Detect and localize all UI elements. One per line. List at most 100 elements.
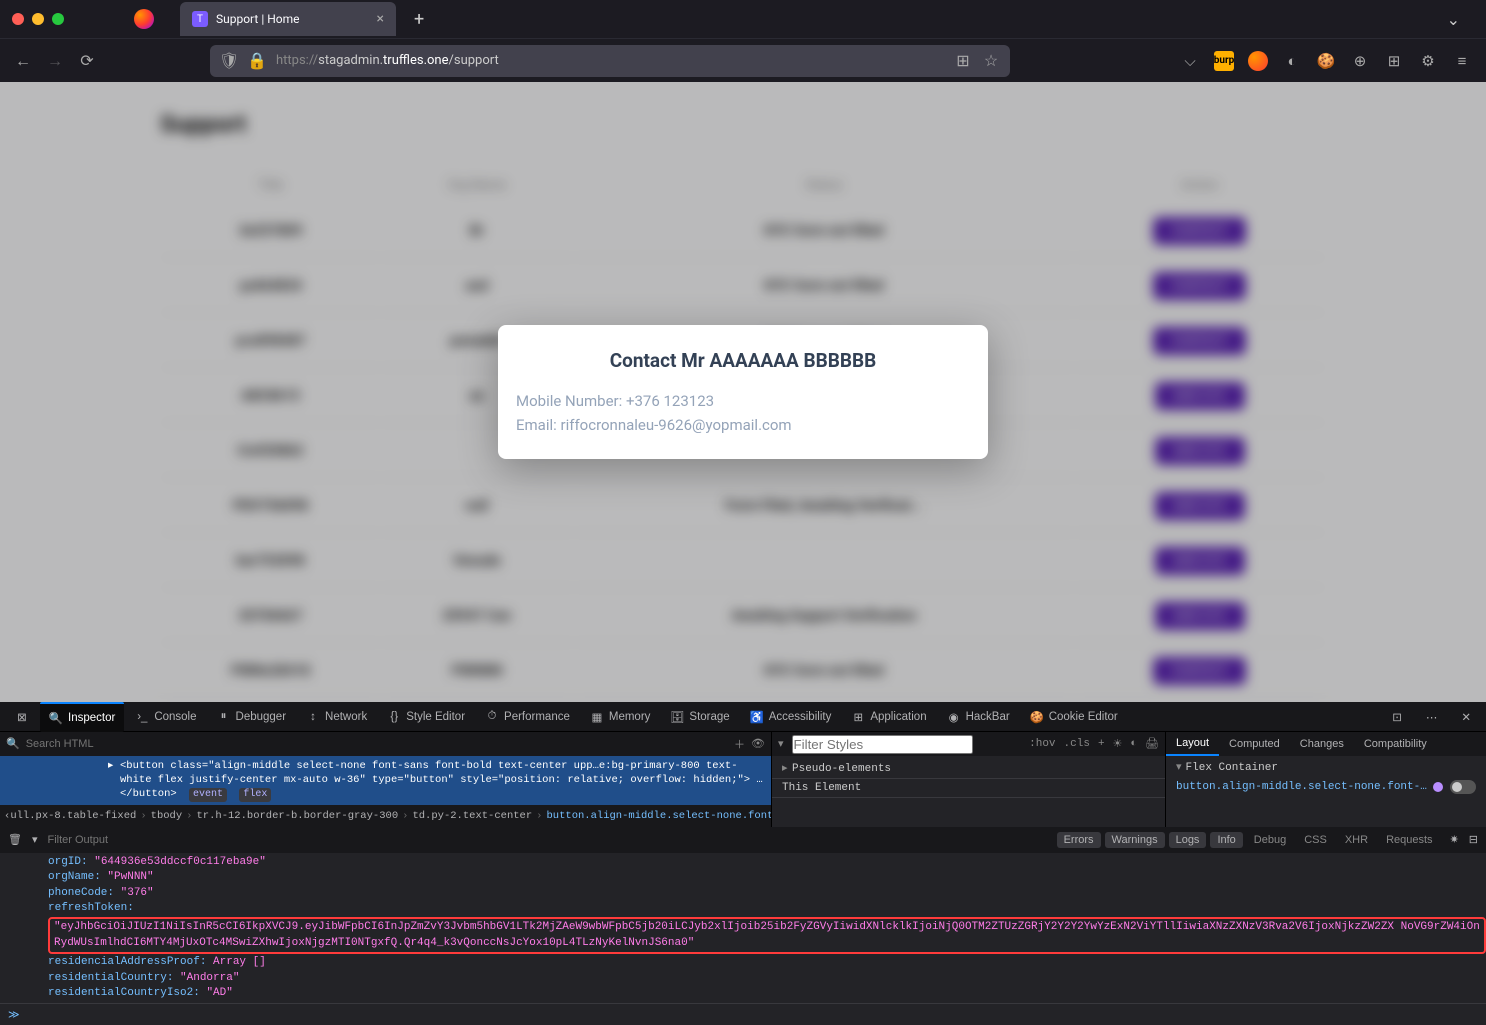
this-element-section[interactable]: This Element	[772, 779, 1165, 798]
hamburger-menu-icon[interactable]: ≡	[1452, 51, 1472, 71]
firefox-logo-icon	[134, 9, 154, 29]
back-button[interactable]: ←	[14, 52, 32, 70]
modal-mobile: Mobile Number: +376 123123	[516, 390, 970, 413]
devtools-tab-style-editor[interactable]: {} Style Editor	[378, 703, 474, 731]
dock-button[interactable]: ⊡	[1383, 703, 1411, 731]
tab-close-button[interactable]: ×	[377, 11, 384, 27]
eyedropper-icon[interactable]: 👁	[751, 737, 765, 751]
devtools-tab-accessibility[interactable]: ♿Accessibility	[741, 703, 841, 731]
devtools-tab-icon: ⊞	[851, 710, 865, 724]
lock-icon: 🔒	[248, 52, 266, 70]
extensions-button[interactable]: ⚙	[1418, 51, 1438, 71]
devtools-tab-performance[interactable]: ⏱ Performance	[476, 703, 579, 731]
metamask-icon[interactable]	[1248, 51, 1268, 71]
devtools-tab-icon: {}	[387, 710, 401, 724]
new-rule-button[interactable]: +	[1098, 738, 1105, 750]
tabs-overflow-button[interactable]: ⌄	[1447, 10, 1460, 29]
devtools-tab-label: HackBar	[966, 711, 1010, 723]
layout-tab-layout[interactable]: Layout	[1166, 732, 1219, 756]
event-badge[interactable]: event	[189, 788, 227, 802]
light-icon[interactable]: ☀	[1113, 737, 1123, 751]
devtools-tab-debugger[interactable]: ⏸Debugger	[208, 703, 296, 731]
layout-tab-changes[interactable]: Changes	[1290, 732, 1354, 756]
console-filter-warnings[interactable]: Warnings	[1105, 832, 1165, 848]
console-line: residentialCountry: "Andorra"	[48, 971, 1486, 986]
console-filter-logs[interactable]: Logs	[1169, 832, 1207, 848]
devtools-tab-storage[interactable]: 🗄Storage	[661, 703, 738, 731]
styles-filter-input[interactable]	[792, 735, 973, 754]
console-filter-requests[interactable]: Requests	[1379, 832, 1439, 848]
extension-icon-1[interactable]: ◐	[1282, 51, 1302, 71]
browser-tab-active[interactable]: T Support | Home ×	[180, 2, 396, 36]
reload-button[interactable]: ⟳	[78, 52, 96, 70]
devtools-tab-application[interactable]: ⊞ Application	[842, 703, 935, 731]
pocket-icon[interactable]: ⌵	[1180, 51, 1200, 71]
devtools-tab-memory[interactable]: ▦Memory	[581, 703, 660, 731]
devtools-html-search[interactable]	[26, 738, 728, 750]
devtools-tab-icon: ⏸	[217, 710, 231, 724]
layout-tab-computed[interactable]: Computed	[1219, 732, 1290, 756]
overflow-button[interactable]: ⋯	[1417, 703, 1447, 731]
print-icon[interactable]: 🖨	[1145, 737, 1159, 751]
devtools-tab-label: Application	[870, 711, 926, 723]
close-devtools-button[interactable]: ✕	[1452, 703, 1480, 731]
console-filter-info[interactable]: Info	[1210, 832, 1242, 848]
console-filter-input[interactable]	[48, 834, 190, 846]
devtools-tab-icon: ▦	[590, 710, 604, 724]
qr-icon[interactable]: ⊞	[954, 52, 972, 70]
flex-overlay-toggle[interactable]	[1450, 780, 1476, 794]
flex-badge[interactable]: flex	[239, 788, 271, 802]
dark-icon[interactable]: ◐	[1130, 738, 1137, 750]
hov-toggle[interactable]: :hov	[1029, 738, 1055, 750]
devtools-breadcrumb[interactable]: ‹ ull.px-8.table-fixed› tbody› tr.h-12.b…	[0, 805, 771, 827]
pseudo-elements-section[interactable]: ▸Pseudo-elements	[772, 758, 1165, 779]
split-console-button[interactable]: ⊟	[1469, 833, 1478, 846]
console-settings-button[interactable]: ✷	[1450, 833, 1459, 846]
flex-container-section[interactable]: ▾Flex Container	[1176, 760, 1476, 774]
add-node-button[interactable]: ＋	[734, 736, 745, 752]
clear-console-button[interactable]: 🗑	[8, 833, 22, 846]
devtools-tab-icon: 🔍	[49, 711, 63, 725]
tab-favicon-icon: T	[192, 11, 208, 27]
layout-tab-compatibility[interactable]: Compatibility	[1354, 732, 1437, 756]
devtools-tab-label: Network	[325, 711, 367, 723]
devtools-tab-icon: ›_	[135, 710, 149, 724]
devtools-tab-icon: ↕	[306, 710, 320, 724]
cls-toggle[interactable]: .cls	[1064, 738, 1090, 750]
forward-button[interactable]: →	[46, 52, 64, 70]
window-minimize-button[interactable]	[32, 13, 44, 25]
devtools-tab-network[interactable]: ↕ Network	[297, 703, 376, 731]
devtools-tab-label: Console	[154, 711, 196, 723]
color-swatch-icon	[1433, 782, 1443, 792]
devtools-console: 🗑 ▾ ErrorsWarningsLogsInfoDebugCSSXHRReq…	[0, 827, 1486, 1025]
devtools-tab-icon: 🗄	[670, 710, 684, 724]
console-filter-css[interactable]: CSS	[1297, 832, 1334, 848]
address-bar[interactable]: 🛡 🔒 https://stagadmin.truffles.one/suppo…	[210, 45, 1010, 77]
console-filter-errors[interactable]: Errors	[1057, 832, 1101, 848]
devtools-tab-cookie-editor[interactable]: 🍪Cookie Editor	[1021, 703, 1127, 731]
devtools-tab-label: Performance	[504, 711, 570, 723]
devtools-tab-icon: ⏱	[485, 710, 499, 724]
devtools-html-selected-node[interactable]: ▸ <button class="align-middle select-non…	[0, 756, 771, 805]
console-prompt[interactable]: ≫	[0, 1003, 1486, 1025]
extension-icon-2[interactable]: ⊕	[1350, 51, 1370, 71]
devtools-close-button[interactable]: ⊠	[6, 703, 38, 731]
bookmark-star-icon[interactable]: ☆	[982, 52, 1000, 70]
burp-extension-icon[interactable]: burp	[1214, 51, 1234, 71]
devtools-tab-label: Inspector	[68, 712, 115, 724]
console-filter-debug[interactable]: Debug	[1247, 832, 1293, 848]
modal-overlay[interactable]: Contact Mr AAAAAAA BBBBBB Mobile Number:…	[0, 82, 1486, 702]
devtools-panel: ⊠ 🔍 Inspector ›_ Console ⏸Debugger ↕ Network {}…	[0, 702, 1486, 1013]
extension-icon-3[interactable]: ⊞	[1384, 51, 1404, 71]
window-zoom-button[interactable]	[52, 13, 64, 25]
console-filter-xhr[interactable]: XHR	[1338, 832, 1375, 848]
modal-title: Contact Mr AAAAAAA BBBBBB	[516, 349, 970, 372]
devtools-tab-console[interactable]: ›_ Console	[126, 703, 205, 731]
devtools-tab-label: Style Editor	[406, 711, 465, 723]
window-close-button[interactable]	[12, 13, 24, 25]
cookie-icon[interactable]: 🍪	[1316, 51, 1336, 71]
devtools-tab-hackbar[interactable]: ◉HackBar	[938, 703, 1019, 731]
flex-element-signature[interactable]: button.align-middle.select-none.font-…	[1176, 780, 1476, 794]
devtools-tab-inspector[interactable]: 🔍 Inspector	[40, 702, 124, 732]
new-tab-button[interactable]: +	[414, 9, 424, 30]
